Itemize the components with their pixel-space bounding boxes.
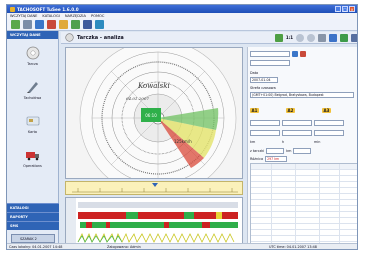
card-icon — [26, 116, 39, 126]
group-a3[interactable]: A3 — [322, 103, 331, 117]
analyze-icon[interactable] — [274, 33, 283, 42]
activity-chart — [65, 197, 243, 248]
sidebar-item-tarcza[interactable]: Tarcza — [7, 39, 58, 73]
title-bar: TACHOSOFT TuSee 1.6.0.0 _ □ × — [7, 5, 357, 13]
active-vehicle-label: SZARAK 2 — [20, 237, 37, 241]
menu-item-wczytaj-dane[interactable]: WCZYTAJ DANE — [10, 14, 37, 18]
zoom-out-icon[interactable] — [307, 33, 315, 42]
main-toolbar — [7, 19, 357, 31]
window-title: TACHOSOFT TuSee 1.6.0.0 — [17, 6, 79, 12]
difference-label: Różnica — [250, 156, 264, 161]
chart-icon[interactable] — [71, 20, 80, 29]
from-disc-label: z tarczki — [250, 148, 265, 153]
from-disc-h-field[interactable] — [293, 147, 312, 154]
sidebar-item-label: Tachokiwa — [23, 96, 42, 100]
disc-center-value: 06:10 — [145, 113, 157, 118]
email-icon[interactable] — [83, 20, 92, 29]
driver-select[interactable] — [250, 50, 290, 57]
page-title: Tarczka - analiza — [77, 34, 124, 41]
group-a1[interactable]: A1 — [250, 103, 259, 117]
tachograph-disc: 06:10 Kowalski 125km/h 04.01.2007 — [66, 48, 242, 178]
sidebar-section-raporty[interactable]: RAPORTY — [7, 212, 59, 221]
status-logged-user: Zalogowano: Admin — [107, 244, 141, 249]
km-field[interactable] — [250, 119, 280, 126]
sidebar-section-katalogi[interactable]: KATALOGI — [7, 203, 59, 212]
minutes-field[interactable] — [314, 119, 344, 126]
app-icon — [10, 6, 15, 12]
disc-tab-icon — [65, 33, 74, 42]
date-label: Data — [250, 70, 259, 75]
hours-field-2[interactable] — [282, 129, 312, 136]
timeline-ruler — [72, 183, 238, 193]
sidebar: WCZYTAJ DANE Tarcza Tachokiwa Karta Oper… — [7, 31, 59, 249]
from-disc-unit: km — [286, 148, 292, 153]
vehicle-select[interactable] — [250, 59, 290, 66]
sidebar-item-label: Karta — [27, 130, 38, 134]
menu-item-katalogi[interactable]: KATALOGI — [42, 14, 59, 18]
status-utc-time: UTC time: 04.01.2007 13:48 — [269, 244, 317, 249]
km-field-2[interactable] — [250, 129, 280, 136]
group-a3-label: A3 — [322, 107, 331, 113]
close-button[interactable]: × — [349, 6, 355, 12]
pen-tool-icon[interactable] — [23, 20, 32, 29]
hours-field[interactable] — [282, 119, 312, 126]
disc-speed-label: 125km/h — [174, 139, 192, 144]
card-reader-icon[interactable] — [35, 20, 44, 29]
activity-strips — [66, 198, 238, 248]
time-slider[interactable] — [65, 181, 243, 195]
sidebar-item-operations[interactable]: Operations — [7, 141, 58, 175]
settings-icon[interactable] — [351, 33, 357, 42]
menu-item-narzedzia[interactable]: NARZĘDZIA — [65, 14, 86, 18]
zoom-level-button[interactable]: 1:1 — [286, 35, 293, 40]
sidebar-section-sms[interactable]: SMS — [7, 221, 59, 230]
maximize-button[interactable]: □ — [342, 6, 348, 12]
crosshair-icon[interactable] — [318, 33, 326, 42]
disc-date: 04.01.2007 — [126, 96, 149, 101]
from-disc-km-field[interactable] — [266, 147, 285, 154]
menu-item-pomoc[interactable]: POMOC — [91, 14, 104, 18]
active-vehicle-button[interactable]: SZARAK 2 — [11, 234, 55, 243]
sidebar-item-label: Operations — [23, 164, 42, 168]
folder-icon[interactable] — [59, 20, 68, 29]
timezone-label: Strefa czasowa — [250, 85, 276, 90]
chart-disc-icon — [26, 46, 39, 60]
export-icon[interactable] — [340, 33, 348, 42]
group-a2-label: A2 — [286, 107, 295, 113]
help-icon[interactable] — [95, 20, 104, 29]
tachograph-disc-view[interactable]: 06:10 Kowalski 125km/h 04.01.2007 — [65, 47, 243, 179]
driver-remove-icon[interactable] — [300, 50, 306, 57]
disc-driver-name: Kowalski — [137, 82, 170, 90]
minutes-field-2[interactable] — [314, 129, 344, 136]
pen-icon — [26, 82, 38, 93]
timeline-marker[interactable] — [152, 183, 158, 187]
col-km-header: km — [250, 139, 256, 144]
timezone-select[interactable]: (GMT+01:00) Belgrad, Bratysława, Budapes… — [250, 91, 354, 98]
zoom-in-icon[interactable] — [296, 33, 304, 42]
minimize-button[interactable]: _ — [335, 6, 341, 12]
difference-field[interactable]: 297 km — [265, 155, 288, 162]
sidebar-header: WCZYTAJ DANE — [7, 31, 58, 39]
main-tab-bar: Tarczka - analiza 1:1 — [61, 32, 357, 44]
group-a2[interactable]: A2 — [286, 103, 295, 117]
group-a1-label: A1 — [250, 107, 259, 113]
disc-details-panel: Data 2007-01-04 Strefa czasowa (GMT+01:0… — [247, 47, 357, 247]
printer-icon[interactable] — [47, 20, 56, 29]
save-icon[interactable] — [329, 33, 337, 42]
truck-icon — [25, 152, 39, 161]
application-window: TACHOSOFT TuSee 1.6.0.0 _ □ × WCZYTAJ DA… — [6, 4, 358, 250]
status-bar: Czas lokalny: 04.01.2007 14:48 Zalogowan… — [7, 243, 357, 249]
col-min-header: min — [314, 139, 321, 144]
sidebar-item-label: Tarcza — [27, 62, 38, 66]
col-h-header: h — [282, 139, 285, 144]
sidebar-item-karta[interactable]: Karta — [7, 107, 58, 141]
sidebar-item-tachokiwa[interactable]: Tachokiwa — [7, 73, 58, 107]
status-local-time: Czas lokalny: 04.01.2007 14:48 — [9, 244, 63, 249]
download-icon[interactable] — [11, 20, 20, 29]
driver-search-icon[interactable] — [292, 50, 298, 57]
date-field[interactable]: 2007-01-04 — [250, 76, 278, 83]
entries-grid[interactable] — [250, 163, 357, 245]
